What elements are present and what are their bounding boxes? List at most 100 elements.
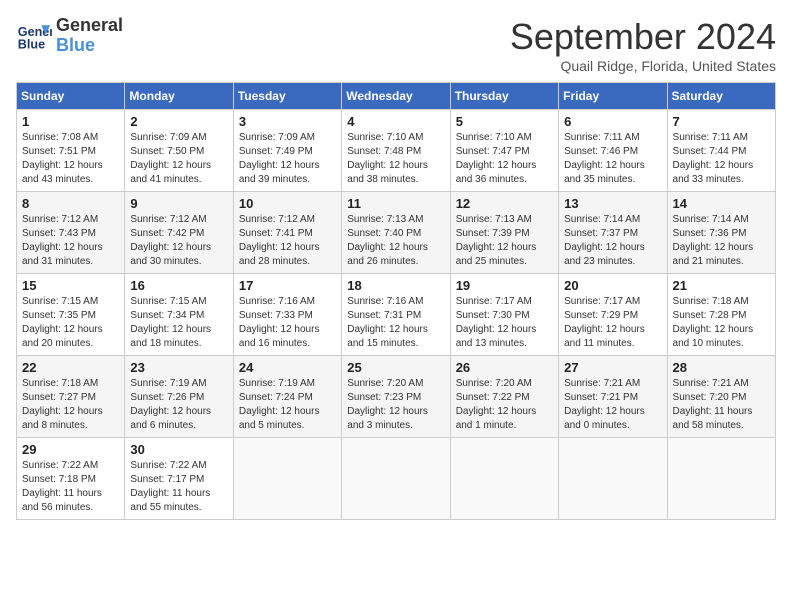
- day-number: 9: [130, 196, 227, 211]
- day-info: Sunrise: 7:13 AM Sunset: 7:40 PM Dayligh…: [347, 213, 444, 269]
- header-thursday: Thursday: [450, 83, 558, 110]
- calendar-cell: 20 Sunrise: 7:17 AM Sunset: 7:29 PM Dayli…: [559, 274, 667, 356]
- day-info: Sunrise: 7:14 AM Sunset: 7:37 PM Dayligh…: [564, 213, 661, 269]
- calendar-cell: 14 Sunrise: 7:14 AM Sunset: 7:36 PM Dayli…: [667, 192, 775, 274]
- day-info: Sunrise: 7:12 AM Sunset: 7:41 PM Dayligh…: [239, 213, 336, 269]
- day-info: Sunrise: 7:22 AM Sunset: 7:18 PM Dayligh…: [22, 459, 119, 515]
- day-info: Sunrise: 7:19 AM Sunset: 7:26 PM Dayligh…: [130, 377, 227, 433]
- header-sunday: Sunday: [17, 83, 125, 110]
- calendar-cell: 18 Sunrise: 7:16 AM Sunset: 7:31 PM Dayli…: [342, 274, 450, 356]
- logo-text: General Blue: [56, 16, 123, 56]
- calendar-cell: [667, 438, 775, 520]
- calendar-cell: 12 Sunrise: 7:13 AM Sunset: 7:39 PM Dayli…: [450, 192, 558, 274]
- day-number: 7: [673, 114, 770, 129]
- day-number: 21: [673, 278, 770, 293]
- week-row-2: 8 Sunrise: 7:12 AM Sunset: 7:43 PM Daylig…: [17, 192, 776, 274]
- day-number: 3: [239, 114, 336, 129]
- day-info: Sunrise: 7:21 AM Sunset: 7:20 PM Dayligh…: [673, 377, 770, 433]
- day-info: Sunrise: 7:11 AM Sunset: 7:46 PM Dayligh…: [564, 131, 661, 187]
- day-info: Sunrise: 7:21 AM Sunset: 7:21 PM Dayligh…: [564, 377, 661, 433]
- day-number: 27: [564, 360, 661, 375]
- day-info: Sunrise: 7:20 AM Sunset: 7:22 PM Dayligh…: [456, 377, 553, 433]
- header-monday: Monday: [125, 83, 233, 110]
- day-number: 28: [673, 360, 770, 375]
- day-number: 10: [239, 196, 336, 211]
- title-area: September 2024 Quail Ridge, Florida, Uni…: [510, 16, 776, 74]
- day-info: Sunrise: 7:18 AM Sunset: 7:28 PM Dayligh…: [673, 295, 770, 351]
- day-info: Sunrise: 7:19 AM Sunset: 7:24 PM Dayligh…: [239, 377, 336, 433]
- day-info: Sunrise: 7:14 AM Sunset: 7:36 PM Dayligh…: [673, 213, 770, 269]
- day-number: 2: [130, 114, 227, 129]
- day-info: Sunrise: 7:11 AM Sunset: 7:44 PM Dayligh…: [673, 131, 770, 187]
- calendar-cell: 22Sunrise: 7:18 AM Sunset: 7:27 PM Dayli…: [17, 356, 125, 438]
- month-title: September 2024: [510, 16, 776, 58]
- day-info: Sunrise: 7:13 AM Sunset: 7:39 PM Dayligh…: [456, 213, 553, 269]
- calendar-cell: 9 Sunrise: 7:12 AM Sunset: 7:42 PM Daylig…: [125, 192, 233, 274]
- calendar-cell: 5 Sunrise: 7:10 AM Sunset: 7:47 PM Daylig…: [450, 110, 558, 192]
- day-number: 5: [456, 114, 553, 129]
- day-info: Sunrise: 7:08 AM Sunset: 7:51 PM Dayligh…: [22, 131, 119, 187]
- calendar-cell: 8 Sunrise: 7:12 AM Sunset: 7:43 PM Daylig…: [17, 192, 125, 274]
- calendar-cell: 27 Sunrise: 7:21 AM Sunset: 7:21 PM Dayli…: [559, 356, 667, 438]
- calendar-cell: [559, 438, 667, 520]
- header-friday: Friday: [559, 83, 667, 110]
- day-info: Sunrise: 7:16 AM Sunset: 7:31 PM Dayligh…: [347, 295, 444, 351]
- calendar-cell: 3 Sunrise: 7:09 AM Sunset: 7:49 PM Daylig…: [233, 110, 341, 192]
- week-row-4: 22Sunrise: 7:18 AM Sunset: 7:27 PM Dayli…: [17, 356, 776, 438]
- calendar-table: SundayMondayTuesdayWednesdayThursdayFrid…: [16, 82, 776, 520]
- calendar-cell: 25Sunrise: 7:20 AM Sunset: 7:23 PM Dayli…: [342, 356, 450, 438]
- calendar-cell: [450, 438, 558, 520]
- day-info: Sunrise: 7:10 AM Sunset: 7:48 PM Dayligh…: [347, 131, 444, 187]
- day-number: 8: [22, 196, 119, 211]
- header-row: SundayMondayTuesdayWednesdayThursdayFrid…: [17, 83, 776, 110]
- day-number: 11: [347, 196, 444, 211]
- svg-text:Blue: Blue: [18, 37, 45, 51]
- header-wednesday: Wednesday: [342, 83, 450, 110]
- page-header: General Blue General Blue September 2024…: [16, 16, 776, 74]
- day-info: Sunrise: 7:12 AM Sunset: 7:43 PM Dayligh…: [22, 213, 119, 269]
- week-row-1: 1 Sunrise: 7:08 AM Sunset: 7:51 PM Daylig…: [17, 110, 776, 192]
- week-row-5: 29Sunrise: 7:22 AM Sunset: 7:18 PM Dayli…: [17, 438, 776, 520]
- calendar-cell: 11 Sunrise: 7:13 AM Sunset: 7:40 PM Dayli…: [342, 192, 450, 274]
- calendar-cell: 7 Sunrise: 7:11 AM Sunset: 7:44 PM Daylig…: [667, 110, 775, 192]
- day-number: 14: [673, 196, 770, 211]
- logo: General Blue General Blue: [16, 16, 123, 56]
- day-info: Sunrise: 7:17 AM Sunset: 7:29 PM Dayligh…: [564, 295, 661, 351]
- day-info: Sunrise: 7:15 AM Sunset: 7:34 PM Dayligh…: [130, 295, 227, 351]
- day-info: Sunrise: 7:15 AM Sunset: 7:35 PM Dayligh…: [22, 295, 119, 351]
- day-info: Sunrise: 7:22 AM Sunset: 7:17 PM Dayligh…: [130, 459, 227, 515]
- day-number: 15: [22, 278, 119, 293]
- calendar-cell: 26 Sunrise: 7:20 AM Sunset: 7:22 PM Dayli…: [450, 356, 558, 438]
- day-number: 4: [347, 114, 444, 129]
- day-number: 1: [22, 114, 119, 129]
- calendar-cell: [233, 438, 341, 520]
- calendar-cell: 15 Sunrise: 7:15 AM Sunset: 7:35 PM Dayli…: [17, 274, 125, 356]
- day-number: 12: [456, 196, 553, 211]
- calendar-cell: 23Sunrise: 7:19 AM Sunset: 7:26 PM Dayli…: [125, 356, 233, 438]
- logo-icon: General Blue: [16, 18, 52, 54]
- day-number: 30: [130, 442, 227, 457]
- day-info: Sunrise: 7:09 AM Sunset: 7:49 PM Dayligh…: [239, 131, 336, 187]
- day-number: 20: [564, 278, 661, 293]
- day-number: 25: [347, 360, 444, 375]
- day-number: 26: [456, 360, 553, 375]
- calendar-cell: 28 Sunrise: 7:21 AM Sunset: 7:20 PM Dayli…: [667, 356, 775, 438]
- day-number: 18: [347, 278, 444, 293]
- calendar-cell: 29Sunrise: 7:22 AM Sunset: 7:18 PM Dayli…: [17, 438, 125, 520]
- calendar-cell: 21 Sunrise: 7:18 AM Sunset: 7:28 PM Dayli…: [667, 274, 775, 356]
- header-saturday: Saturday: [667, 83, 775, 110]
- calendar-cell: 13Sunrise: 7:14 AM Sunset: 7:37 PM Dayli…: [559, 192, 667, 274]
- calendar-cell: 16Sunrise: 7:15 AM Sunset: 7:34 PM Dayli…: [125, 274, 233, 356]
- day-number: 19: [456, 278, 553, 293]
- day-info: Sunrise: 7:12 AM Sunset: 7:42 PM Dayligh…: [130, 213, 227, 269]
- calendar-cell: 6 Sunrise: 7:11 AM Sunset: 7:46 PM Daylig…: [559, 110, 667, 192]
- calendar-cell: 1 Sunrise: 7:08 AM Sunset: 7:51 PM Daylig…: [17, 110, 125, 192]
- day-number: 22: [22, 360, 119, 375]
- calendar-cell: 17Sunrise: 7:16 AM Sunset: 7:33 PM Dayli…: [233, 274, 341, 356]
- day-number: 6: [564, 114, 661, 129]
- header-tuesday: Tuesday: [233, 83, 341, 110]
- calendar-cell: 2Sunrise: 7:09 AM Sunset: 7:50 PM Daylig…: [125, 110, 233, 192]
- day-info: Sunrise: 7:10 AM Sunset: 7:47 PM Dayligh…: [456, 131, 553, 187]
- day-info: Sunrise: 7:17 AM Sunset: 7:30 PM Dayligh…: [456, 295, 553, 351]
- calendar-cell: [342, 438, 450, 520]
